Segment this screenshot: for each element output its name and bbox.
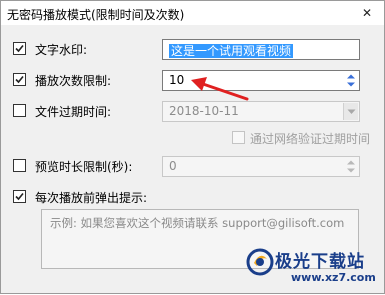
window-title: 无密码播放模式(限制时间及次数) <box>7 8 185 22</box>
preview-checkbox[interactable] <box>13 159 26 172</box>
play-limit-spin-buttons[interactable] <box>344 72 358 89</box>
logo-text: 极光下载站 <box>275 252 365 272</box>
check-icon <box>15 44 24 53</box>
spin-down-icon[interactable] <box>347 82 355 87</box>
dialog-window: 无密码播放模式(限制时间及次数) ✕ 文字水印: 这是一个试用观看视频 播放次数… <box>0 0 385 294</box>
spin-up-icon[interactable] <box>347 74 355 79</box>
popup-placeholder: 示例: 如果您喜欢这个视频请联系 support@gilisoft.com <box>50 216 345 230</box>
preview-stepper[interactable]: 0 <box>162 156 360 177</box>
watermark-input[interactable]: 这是一个试用观看视频 <box>162 39 360 60</box>
preview-spin-buttons[interactable] <box>344 158 358 175</box>
play-limit-checkbox[interactable] <box>13 73 26 86</box>
close-button[interactable]: ✕ <box>350 1 384 25</box>
title-bar: 无密码播放模式(限制时间及次数) ✕ <box>1 1 384 25</box>
check-icon <box>15 192 24 201</box>
play-limit-value: 10 <box>169 73 185 87</box>
network-verify-checkbox[interactable] <box>232 131 245 144</box>
popup-checkbox[interactable] <box>13 190 26 203</box>
spin-down-icon[interactable] <box>347 168 355 173</box>
date-dropdown-button[interactable] <box>343 103 358 120</box>
watermark-value: 这是一个试用观看视频 <box>169 44 294 58</box>
logo-icon <box>246 248 274 276</box>
play-limit-stepper[interactable]: 10 <box>162 70 360 91</box>
close-icon: ✕ <box>361 6 373 20</box>
network-verify-label: 通过网络验证过期时间 <box>250 132 371 146</box>
logo-url: www.xz7.com <box>291 271 376 284</box>
preview-value: 0 <box>169 159 177 173</box>
watermark-checkbox[interactable] <box>13 42 26 55</box>
play-limit-label: 播放次数限制: <box>35 74 112 88</box>
spin-up-icon[interactable] <box>347 160 355 165</box>
expire-date-picker[interactable]: 2018-10-11 <box>162 101 360 122</box>
expire-checkbox[interactable] <box>13 104 26 117</box>
expire-label: 文件过期时间: <box>35 105 112 119</box>
expire-date-value: 2018-10-11 <box>169 104 239 118</box>
check-icon <box>15 75 24 84</box>
site-logo: 极光下载站 www.xz7.com <box>245 245 381 293</box>
popup-label: 每次播放前弹出提示: <box>35 191 148 205</box>
chevron-down-icon <box>347 109 355 114</box>
preview-label: 预览时长限制(秒): <box>35 160 133 174</box>
watermark-label: 文字水印: <box>35 43 88 57</box>
